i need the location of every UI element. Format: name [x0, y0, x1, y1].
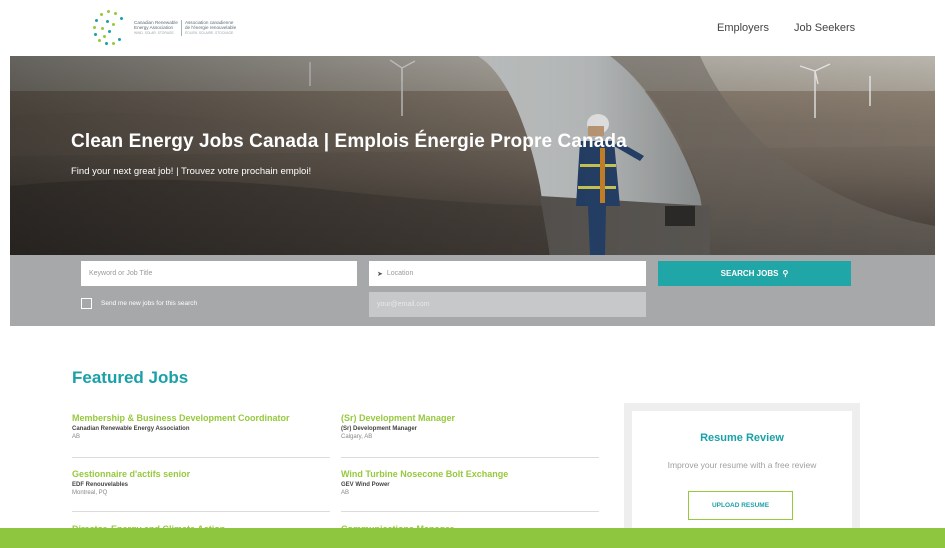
job-divider [341, 511, 599, 512]
logo-fr-line2: de l'énergie renouvelable [184, 25, 237, 31]
hero-photo-wind-technician [10, 56, 935, 255]
resume-review-title: Resume Review [700, 432, 784, 444]
search-jobs-button[interactable]: SEARCH JOBS ⚲ [658, 261, 851, 286]
job-divider [72, 457, 330, 458]
upload-resume-button[interactable]: UPLOAD RESUME [688, 491, 793, 520]
hero-subtitle: Find your next great job! | Trouvez votr… [71, 166, 312, 177]
job-divider [72, 511, 330, 512]
job-title-link[interactable]: (Sr) Development Manager [341, 413, 601, 424]
crea-logo[interactable]: Canadian Renewable Energy Association WI… [90, 8, 280, 48]
job-location: Montreal, PQ [72, 490, 108, 496]
bottom-accent-bar [0, 528, 945, 548]
site-header: Canadian Renewable Energy Association WI… [0, 0, 945, 56]
resume-review-card: Resume Review Improve your resume with a… [624, 403, 860, 548]
job-listing[interactable]: Wind Turbine Nosecone Bolt Exchange GEV … [341, 469, 601, 497]
job-company: GEV Wind Power [341, 482, 390, 488]
job-title-link[interactable]: Gestionnaire d'actifs senior [72, 469, 332, 480]
logo-divider [180, 19, 182, 36]
job-location: AB [72, 434, 81, 440]
job-company: Canadian Renewable Energy Association [72, 426, 190, 432]
job-location: AB [341, 490, 350, 496]
keyword-input[interactable]: Keyword or Job Title [81, 261, 357, 286]
logo-wordmark: Canadian Renewable Energy Association WI… [134, 19, 236, 37]
job-company: EDF Renouvelables [72, 482, 129, 488]
hero-title: Clean Energy Jobs Canada | Emplois Énerg… [71, 131, 627, 152]
featured-jobs-heading: Featured Jobs [72, 368, 189, 387]
magnifier-icon: ⚲ [782, 269, 789, 278]
logo-en-line2: Energy Association [134, 25, 174, 31]
job-title-link[interactable]: Membership & Business Development Coordi… [72, 413, 332, 424]
nav-employers-link[interactable]: Employers [717, 22, 769, 34]
logo-en-text: Canadian Renewable Energy Association WI… [134, 20, 178, 37]
location-input[interactable]: ➤ Location [369, 261, 646, 286]
logo-fr-text: Association canadienne de l'énergie reno… [185, 20, 236, 37]
job-alert-option[interactable]: Send me new jobs for this search [81, 298, 197, 309]
logo-dots-icon [90, 8, 130, 48]
job-listing[interactable]: (Sr) Development Manager (Sr) Developmen… [341, 413, 601, 441]
location-placeholder: Location [386, 270, 414, 277]
nav-job-seekers-link[interactable]: Job Seekers [794, 22, 855, 34]
job-company: (Sr) Development Manager [341, 426, 418, 432]
search-jobs-label: SEARCH JOBS [720, 269, 779, 278]
email-input[interactable]: your@email.com [369, 292, 646, 317]
location-arrow-icon: ➤ [377, 270, 383, 278]
job-alert-checkbox[interactable] [81, 298, 92, 309]
logo-en-line3: WIND. SOLAR. STORAGE. [134, 30, 175, 35]
job-listing[interactable]: Gestionnaire d'actifs senior EDF Renouve… [72, 469, 332, 497]
job-alert-label: Send me new jobs for this search [101, 300, 198, 307]
hero-banner: Clean Energy Jobs Canada | Emplois Énerg… [10, 56, 935, 255]
job-divider [341, 457, 599, 458]
logo-fr-line3: ÉOLIEN. SOLAIRE. STOCKAGE. [184, 30, 235, 35]
job-title-link[interactable]: Wind Turbine Nosecone Bolt Exchange [341, 469, 601, 480]
job-search-bar: Keyword or Job Title ➤ Location SEARCH J… [10, 255, 935, 326]
resume-review-text: Improve your resume with a free review [667, 460, 817, 470]
job-location: Calgary, AB [341, 434, 373, 440]
job-listing[interactable]: Membership & Business Development Coordi… [72, 413, 332, 441]
